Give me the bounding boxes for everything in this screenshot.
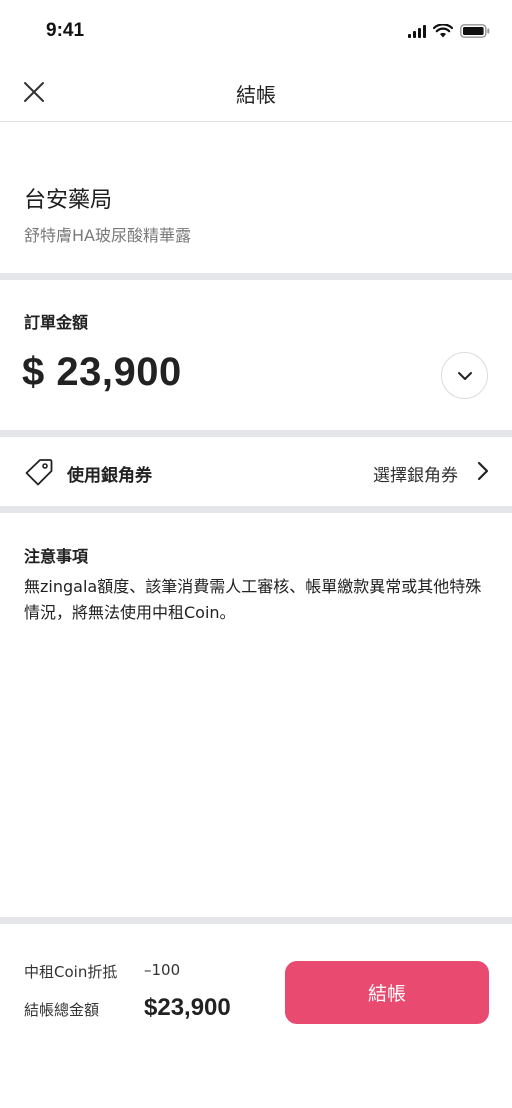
checkout-page: 9:41 結帳 台安藥局 舒特膚HA玻尿酸精華露 訂單金額 $ 23,900 使… — [0, 0, 512, 1108]
checkout-button[interactable]: 結帳 — [285, 961, 489, 1024]
nav-bar: 結帳 — [0, 64, 512, 122]
status-time: 9:41 — [46, 20, 85, 41]
section-divider — [0, 273, 512, 280]
total-amount-label: 結帳總金額 — [24, 1001, 100, 1019]
product-name: 舒特膚HA玻尿酸精華露 — [24, 226, 191, 245]
page-title: 結帳 — [236, 83, 276, 107]
tag-icon — [25, 459, 53, 486]
footer-divider — [0, 917, 512, 924]
notes-body: 無zingala額度、該筆消費需人工審核、帳單繳款異常或其他特殊情況，將無法使用… — [24, 577, 482, 622]
coin-discount-label: 中租Coin折抵 — [24, 963, 118, 981]
section-divider — [0, 506, 512, 513]
order-amount-label: 訂單金額 — [24, 313, 89, 332]
coupon-label: 使用銀角券 — [67, 466, 152, 486]
chevron-down-icon — [457, 371, 472, 380]
coupon-row[interactable]: 使用銀角券 選擇銀角券 — [0, 437, 512, 505]
order-amount-value: $ 23,900 — [22, 350, 182, 394]
total-amount-value: $23,900 — [144, 994, 231, 1021]
coin-discount-value: –100 — [144, 961, 181, 979]
section-divider — [0, 430, 512, 437]
chevron-right-icon — [477, 461, 489, 481]
battery-icon — [460, 24, 490, 38]
status-bar: 9:41 — [0, 0, 512, 64]
amount-expand-button[interactable] — [441, 352, 488, 399]
wifi-icon — [433, 24, 453, 38]
merchant-name: 台安藥局 — [24, 188, 113, 213]
status-icons — [408, 24, 490, 38]
select-coupon-link[interactable]: 選擇銀角券 — [373, 461, 458, 486]
notes-title: 注意事項 — [24, 547, 89, 566]
signal-icon — [408, 24, 426, 38]
